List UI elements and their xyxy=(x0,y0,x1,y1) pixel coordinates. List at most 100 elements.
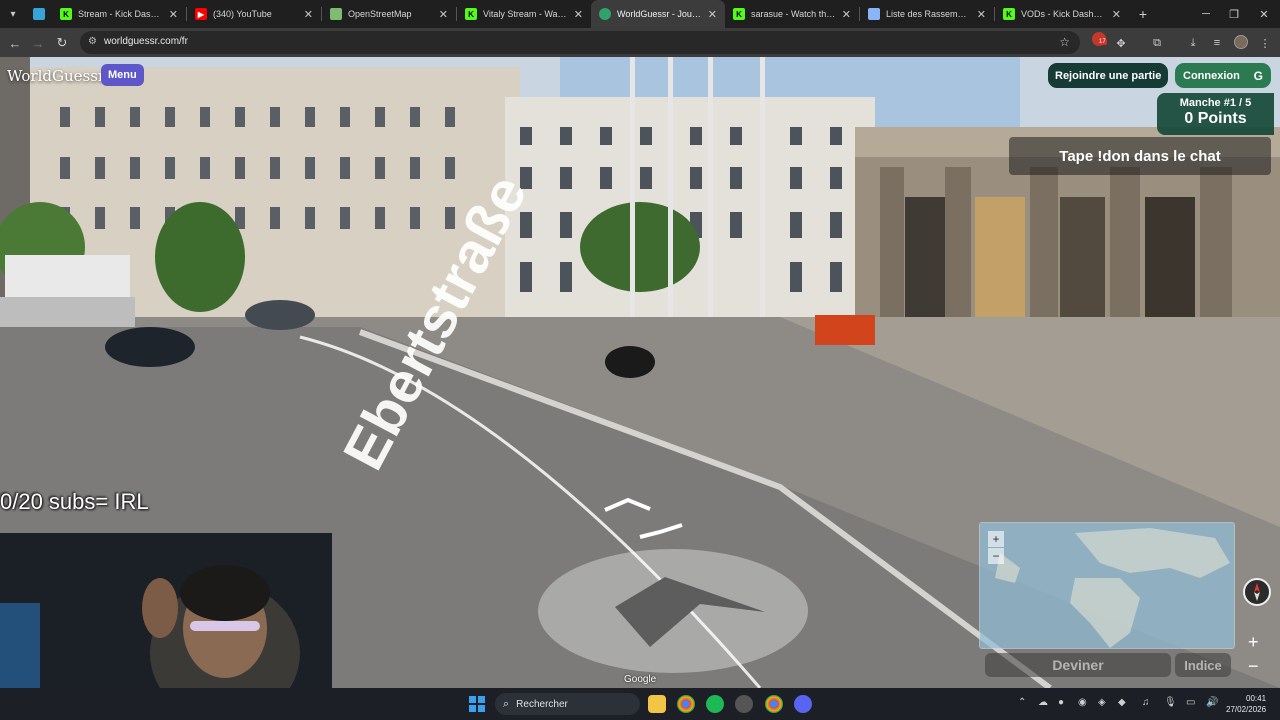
extensions-puzzle-icon[interactable]: ✥ xyxy=(1112,34,1130,52)
browser-toolbar: ← → ↻ ⚙ worldguessr.com/fr ☆ 17 ✥ ⧉ ⤓ ≡ … xyxy=(0,28,1280,57)
streetview-zoom-in-button[interactable]: + xyxy=(1248,632,1259,653)
tab-title: Stream - Kick Dashboard xyxy=(78,9,163,19)
search-placeholder: Rechercher xyxy=(516,698,568,710)
system-clock[interactable]: 00:41 27/02/2026 xyxy=(1226,693,1266,715)
close-tab-icon[interactable]: ✕ xyxy=(977,8,986,21)
tab-title: sarasue - Watch the VOD xyxy=(751,9,836,19)
menu-button[interactable]: Menu xyxy=(101,64,144,86)
close-tab-icon[interactable]: ✕ xyxy=(574,8,583,21)
volume-icon[interactable]: 🔊 xyxy=(1206,697,1218,708)
round-counter: Manche #1 / 5 xyxy=(1179,97,1252,109)
reload-icon[interactable]: ↻ xyxy=(52,33,72,53)
kick-icon: K xyxy=(465,8,477,20)
discord-icon[interactable] xyxy=(794,695,812,713)
download-icon[interactable]: ⤓ xyxy=(1184,34,1202,52)
kick-icon: K xyxy=(1003,8,1015,20)
network-icon[interactable]: ▭ xyxy=(1186,697,1195,708)
map-zoom-out-button[interactable]: − xyxy=(988,548,1004,564)
guess-minimap[interactable]: + − xyxy=(979,522,1235,649)
world-map-image xyxy=(980,523,1234,648)
tab-search-icon[interactable]: ▾ xyxy=(0,0,26,28)
join-game-button[interactable]: Rejoindre une partie xyxy=(1048,63,1169,88)
kick-icon: K xyxy=(733,8,745,20)
kick-icon: K xyxy=(60,8,72,20)
taskbar-search-box[interactable]: ⌕ Rechercher xyxy=(495,693,640,715)
tray-app-icon[interactable]: ◆ xyxy=(1118,697,1126,708)
site-info-icon[interactable]: ⚙ xyxy=(88,36,97,47)
guess-button[interactable]: Deviner xyxy=(985,653,1171,677)
tray-overflow-icon[interactable]: ⌃ xyxy=(1018,697,1026,708)
tab-worldguessr[interactable]: WorldGuessr - Jouez à G ✕ xyxy=(591,0,725,28)
chrome-icon[interactable] xyxy=(677,695,695,713)
close-tab-icon[interactable]: ✕ xyxy=(169,8,178,21)
points-counter: 0 Points xyxy=(1184,110,1247,127)
worldguessr-icon xyxy=(599,8,611,20)
bookmark-star-icon[interactable]: ☆ xyxy=(1059,35,1070,49)
reading-list-icon[interactable]: ≡ xyxy=(1208,34,1226,52)
extension-badge-count: 17 xyxy=(1098,39,1107,45)
tray-app-icon[interactable]: ◈ xyxy=(1098,697,1106,708)
extension-icon[interactable]: 17 xyxy=(1092,32,1107,46)
restore-window-button[interactable]: ❐ xyxy=(1218,0,1250,28)
close-tab-icon[interactable]: ✕ xyxy=(1112,8,1121,21)
close-tab-icon[interactable]: ✕ xyxy=(439,8,448,21)
tab-sarasue-vod[interactable]: K sarasue - Watch the VOD ✕ xyxy=(725,0,859,28)
obs-icon[interactable] xyxy=(735,695,753,713)
login-label: Connexion xyxy=(1183,69,1240,82)
new-tab-button[interactable]: + xyxy=(1129,0,1157,28)
windows-start-icon[interactable] xyxy=(469,696,485,712)
tray-app-icon[interactable]: ☁ xyxy=(1038,697,1048,708)
youtube-icon: ▶ xyxy=(195,8,207,20)
close-tab-icon[interactable]: ✕ xyxy=(708,8,717,21)
clock-time: 00:41 xyxy=(1246,694,1267,703)
chat-command-banner: Tape !don dans le chat xyxy=(1009,137,1271,175)
pinned-tab-icon xyxy=(33,8,45,20)
tab-vitaly-stream[interactable]: K Vitaly Stream - Watch Li ✕ xyxy=(457,0,591,28)
tray-spotify-icon[interactable]: ♫ xyxy=(1142,697,1150,708)
close-window-button[interactable]: ✕ xyxy=(1248,0,1280,28)
street-view-panorama[interactable]: Ebertstraße WorldGuessr Menu Rejoindre u… xyxy=(0,57,1280,688)
windows-taskbar: ⌕ Rechercher ⌃ ☁ ● ◉ ◈ ◆ ♫ 🎙 ▭ 🔊 00:41 2… xyxy=(0,688,1280,720)
browser-tab-strip: ▾ K Stream - Kick Dashboard ✕ ▶ (340) Yo… xyxy=(0,0,1280,28)
login-button[interactable]: Connexion G xyxy=(1175,63,1271,88)
tab-kick-dashboard[interactable]: K Stream - Kick Dashboard ✕ xyxy=(52,0,186,28)
subs-goal-overlay: 0/20 subs= IRL xyxy=(0,489,149,514)
close-tab-icon[interactable]: ✕ xyxy=(304,8,313,21)
tab-title: Vitaly Stream - Watch Li xyxy=(483,9,568,19)
pinned-tab[interactable] xyxy=(26,0,52,28)
more-menu-icon[interactable]: ⋮ xyxy=(1256,34,1274,52)
microphone-icon[interactable]: 🎙 xyxy=(1164,697,1177,708)
worldguessr-logo[interactable]: WorldGuessr xyxy=(7,67,105,85)
clock-date: 27/02/2026 xyxy=(1226,705,1267,714)
close-tab-icon[interactable]: ✕ xyxy=(842,8,851,21)
tab-youtube[interactable]: ▶ (340) YouTube ✕ xyxy=(187,0,321,28)
forward-icon[interactable]: → xyxy=(28,33,48,53)
spotify-icon[interactable] xyxy=(706,695,724,713)
translate-icon[interactable]: ⧉ xyxy=(1148,34,1166,52)
compass-icon[interactable] xyxy=(1243,578,1271,606)
tab-title: VODs - Kick Dashboard xyxy=(1021,9,1106,19)
tray-app-icon[interactable]: ● xyxy=(1058,697,1064,708)
tab-title: OpenStreetMap xyxy=(348,9,412,19)
chrome-profile-icon[interactable] xyxy=(765,695,783,713)
tab-title: Liste des Rassemblemen xyxy=(886,9,971,19)
profile-avatar[interactable] xyxy=(1234,35,1248,49)
address-bar[interactable]: ⚙ worldguessr.com/fr ☆ xyxy=(80,31,1080,54)
compass-needle-icon xyxy=(1254,583,1260,601)
google-attribution: Google xyxy=(624,674,657,685)
back-icon[interactable]: ← xyxy=(5,33,25,53)
tray-app-icon[interactable]: ◉ xyxy=(1078,697,1087,708)
tab-rassemblements[interactable]: Liste des Rassemblemen ✕ xyxy=(860,0,994,28)
google-g-icon: G xyxy=(1253,68,1263,83)
map-zoom-in-button[interactable]: + xyxy=(988,531,1004,547)
tab-vods-kick[interactable]: K VODs - Kick Dashboard ✕ xyxy=(995,0,1129,28)
tab-title: (340) YouTube xyxy=(213,9,272,19)
streetview-zoom-out-button[interactable]: − xyxy=(1248,656,1259,677)
tab-openstreetmap[interactable]: OpenStreetMap ✕ xyxy=(322,0,456,28)
streamer-webcam-image xyxy=(0,533,332,688)
webcam-overlay xyxy=(0,533,332,688)
file-explorer-icon[interactable] xyxy=(648,695,666,713)
osm-icon xyxy=(330,8,342,20)
search-icon: ⌕ xyxy=(503,697,510,710)
hint-button[interactable]: Indice xyxy=(1175,653,1231,677)
